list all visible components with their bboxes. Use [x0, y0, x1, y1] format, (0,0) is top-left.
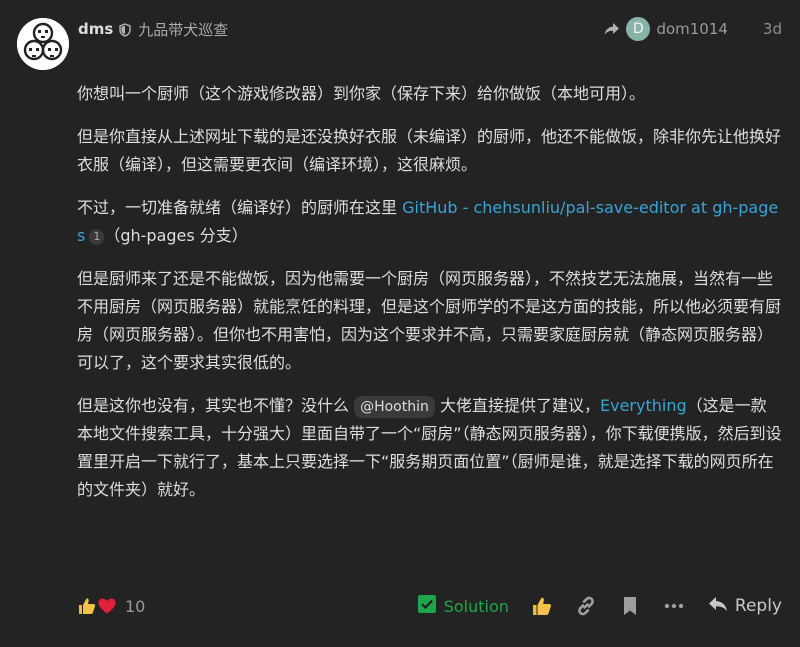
- paragraph: 但是厨师来了还是不能做饭，因为他需要一个厨房（网页服务器），不然技艺无法施展，当…: [77, 269, 782, 372]
- reply-to-avatar: D: [626, 17, 651, 41]
- paragraph-text: 但是这你也没有，其实也不懂？没什么: [77, 396, 355, 415]
- reply-icon: [707, 594, 735, 619]
- thumbs-up-icon: [77, 596, 97, 616]
- post-body: 你想叫一个厨师（这个游戏修改器）到你家（保存下来）给你做饭（本地可用）。 但是你…: [77, 80, 782, 519]
- ellipsis-icon[interactable]: [663, 595, 685, 617]
- avatar[interactable]: [17, 18, 69, 70]
- reply-to-indicator[interactable]: D dom1014 3d: [603, 17, 782, 41]
- post-date[interactable]: 3d: [763, 20, 782, 38]
- paragraph-text: 不过，一切准备就绪（编译好）的厨师在这里: [77, 198, 403, 217]
- reply-to-username: dom1014: [656, 20, 728, 38]
- paragraph-text: 大佬直接提供了建议，: [434, 396, 600, 415]
- username[interactable]: dms: [78, 20, 113, 38]
- paragraph: 你想叫一个厨师（这个游戏修改器）到你家（保存下来）给你做饭（本地可用）。: [77, 84, 646, 103]
- reactions[interactable]: 10: [77, 596, 145, 616]
- user-title: 九品带犬巡查: [138, 20, 229, 39]
- like-button[interactable]: [531, 595, 553, 617]
- paragraph: 但是这你也没有，其实也不懂？没什么 @Hoothin 大佬直接提供了建议，Eve…: [77, 392, 782, 504]
- post: dms 九品带犬巡查 D dom1014 3d 你想叫一个厨师（这个游戏修改器）…: [0, 0, 800, 647]
- post-header: dms 九品带犬巡查 D dom1014 3d: [78, 17, 782, 41]
- like-count[interactable]: 10: [125, 597, 145, 616]
- paragraph: 不过，一切准备就绪（编译好）的厨师在这里 GitHub - chehsunliu…: [77, 194, 782, 250]
- action-buttons: Solution Reply: [417, 594, 782, 619]
- everything-link[interactable]: Everything: [600, 396, 687, 415]
- bookmark-icon[interactable]: [619, 595, 641, 617]
- heart-icon: [97, 596, 117, 616]
- user-mention[interactable]: @Hoothin: [354, 396, 435, 418]
- post-actions: 10 Solution Reply: [77, 591, 782, 621]
- reply-label: Reply: [734, 596, 782, 616]
- shield-icon: [119, 22, 131, 37]
- link-icon[interactable]: [575, 595, 597, 617]
- link-click-count: 1: [89, 229, 105, 245]
- paragraph-text: （gh-pages 分支）: [104, 226, 248, 245]
- paragraph: 但是你直接从上述网址下载的是还没换好衣服（未编译）的厨师，他还不能做饭，除非你先…: [77, 127, 782, 174]
- solution-label: Solution: [443, 596, 509, 616]
- check-square-icon: [417, 595, 444, 617]
- reply-button[interactable]: Reply: [707, 594, 782, 619]
- reply-arrow-icon: [603, 21, 621, 37]
- solution-button[interactable]: Solution: [417, 595, 509, 617]
